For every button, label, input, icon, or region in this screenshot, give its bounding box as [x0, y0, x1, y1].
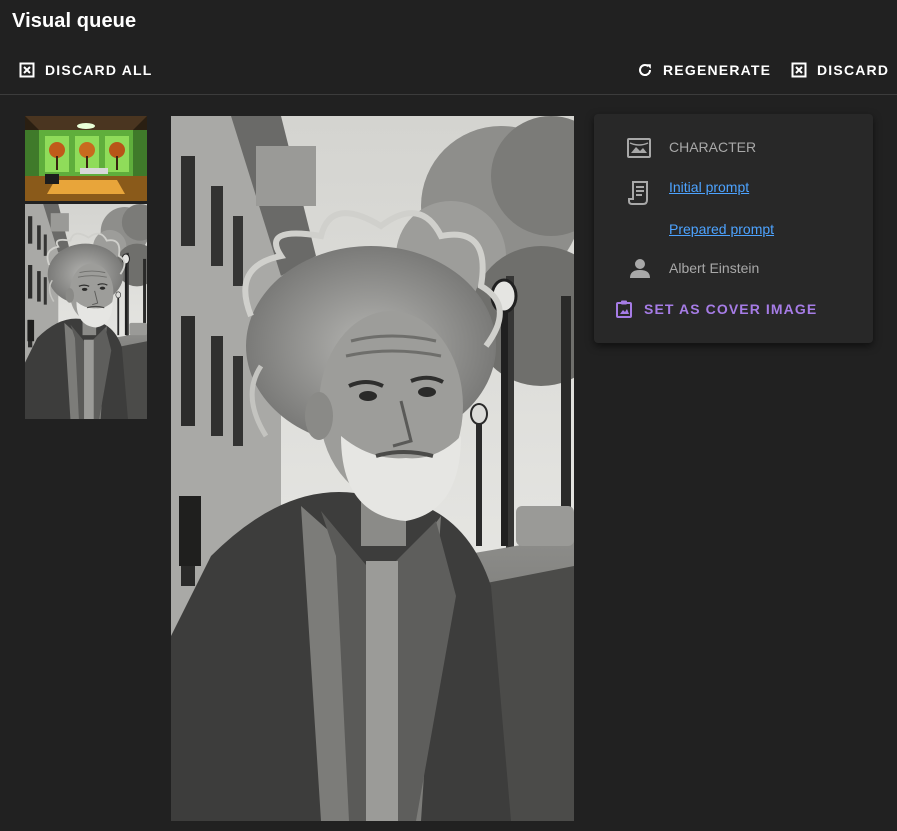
image-icon	[627, 138, 651, 158]
person-icon	[630, 259, 650, 278]
toolbar-divider	[0, 94, 897, 95]
prepared-prompt-link[interactable]: Prepared prompt	[669, 221, 774, 237]
initial-prompt-link[interactable]: Initial prompt	[669, 179, 749, 195]
discard-box-icon	[19, 62, 35, 78]
page-title: Visual queue	[12, 10, 137, 32]
discard-all-label: DISCARD ALL	[45, 62, 153, 78]
regenerate-button[interactable]: REGENERATE	[637, 58, 771, 82]
type-label: CHARACTER	[669, 139, 757, 155]
discard-button[interactable]: DISCARD	[791, 58, 889, 82]
image-details-card: CHARACTER Initial prompt Prepared prompt…	[594, 114, 873, 343]
regenerate-label: REGENERATE	[663, 62, 772, 78]
refresh-icon	[639, 64, 652, 76]
discard-label: DISCARD	[817, 62, 890, 78]
character-name: Albert Einstein	[669, 260, 760, 276]
discard-all-button[interactable]: DISCARD ALL	[19, 58, 153, 82]
old-man-portrait-thumbnail[interactable]	[25, 204, 147, 419]
main-preview-image	[171, 116, 574, 821]
interior-scene-thumbnail[interactable]	[25, 116, 147, 201]
cover-image-icon	[616, 300, 632, 318]
set-as-cover-button[interactable]: SET AS COVER IMAGE	[616, 300, 817, 318]
cover-button-label: SET AS COVER IMAGE	[644, 301, 818, 317]
scroll-icon	[628, 181, 648, 205]
discard-box-icon	[791, 62, 807, 78]
